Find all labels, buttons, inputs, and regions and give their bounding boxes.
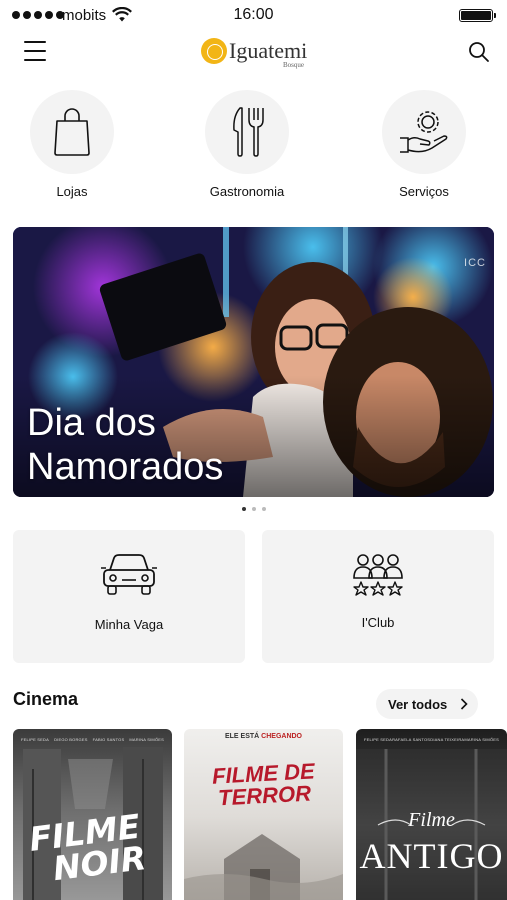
poster-artwork bbox=[184, 834, 343, 900]
promo-banner[interactable]: Dia dos Namorados ICC bbox=[13, 227, 494, 497]
sun-logo-icon bbox=[201, 38, 227, 64]
category-label: Serviços bbox=[399, 184, 449, 199]
clock: 16:00 bbox=[233, 6, 274, 23]
search-icon[interactable] bbox=[467, 40, 491, 64]
gear-hand-icon bbox=[400, 111, 448, 153]
movie-poster[interactable]: ELE ESTÁ CHEGANDO FILME DE TERROR bbox=[184, 729, 343, 900]
hamburger-menu-icon[interactable] bbox=[24, 41, 46, 61]
logo-subtext: Bosque bbox=[283, 61, 304, 69]
fork-knife-icon bbox=[233, 107, 264, 157]
chevron-right-icon bbox=[460, 698, 468, 710]
minha-vaga-card[interactable]: Minha Vaga bbox=[13, 530, 245, 663]
category-gastronomia[interactable]: Gastronomia bbox=[187, 90, 307, 199]
poster-title: ANTIGO bbox=[359, 836, 504, 876]
iguatemi-logo: Iguatemi Bosque bbox=[201, 38, 308, 69]
quick-action-label: I'Club bbox=[361, 615, 395, 630]
carousel-indicator[interactable] bbox=[0, 507, 507, 511]
car-icon bbox=[101, 554, 157, 595]
movie-poster[interactable]: FELIPE SEDA DIEGO BORGES FABIO SANTOS MA… bbox=[13, 729, 172, 900]
poster-title: FILME NOIR bbox=[27, 806, 149, 889]
category-lojas[interactable]: Lojas bbox=[12, 90, 132, 199]
poster-title: FILME DE TERROR bbox=[211, 758, 316, 811]
app-header: Iguatemi Bosque bbox=[0, 30, 507, 76]
movie-poster[interactable]: FELIPE SEDA RAFAELA SANTOS DIANA TEIXEIR… bbox=[356, 729, 507, 900]
banner-watermark: ICC bbox=[464, 257, 486, 269]
status-bar: mobits 16:00 bbox=[0, 0, 507, 30]
cinema-section-title: Cinema bbox=[13, 689, 79, 709]
see-all-label: Ver todos bbox=[388, 696, 448, 712]
logo-text: Iguatemi bbox=[229, 38, 308, 63]
banner-title: Dia dos Namorados bbox=[27, 402, 224, 488]
see-all-button[interactable]: Ver todos bbox=[376, 689, 478, 719]
poster-credits: FELIPE SEDA RAFAELA SANTOS DIANA TEIXEIR… bbox=[364, 737, 499, 742]
iclub-card[interactable]: I'Club bbox=[262, 530, 494, 663]
category-label: Gastronomia bbox=[209, 184, 285, 199]
people-stars-icon bbox=[353, 554, 403, 596]
category-servicos[interactable]: Serviços bbox=[364, 90, 484, 199]
category-shortcuts: Lojas Gastronomia Serviços bbox=[0, 90, 507, 202]
shopping-bag-icon bbox=[54, 108, 90, 156]
poster-title-script: Filme bbox=[408, 809, 455, 831]
quick-action-label: Minha Vaga bbox=[94, 617, 164, 632]
carousel-dot[interactable] bbox=[251, 507, 256, 511]
poster-credits: FELIPE SEDA DIEGO BORGES FABIO SANTOS MA… bbox=[21, 737, 164, 742]
carousel-dot-active[interactable] bbox=[241, 507, 246, 511]
carousel-dot[interactable] bbox=[261, 507, 266, 511]
battery-icon bbox=[459, 9, 496, 22]
category-label: Lojas bbox=[56, 184, 88, 199]
